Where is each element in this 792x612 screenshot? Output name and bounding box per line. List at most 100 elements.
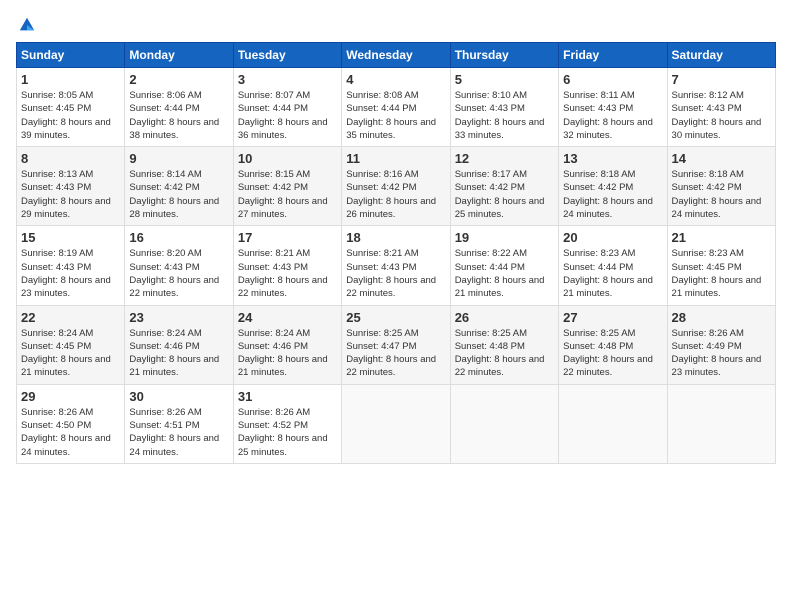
- day-cell-28: 28 Sunrise: 8:26 AM Sunset: 4:49 PM Dayl…: [667, 305, 775, 384]
- sunset-label: Sunset: 4:42 PM: [672, 182, 742, 193]
- sunset-label: Sunset: 4:43 PM: [129, 262, 199, 273]
- header-row: Sunday Monday Tuesday Wednesday Thursday…: [17, 43, 776, 68]
- day-number: 5: [455, 72, 554, 87]
- day-info: Sunrise: 8:26 AM Sunset: 4:51 PM Dayligh…: [129, 406, 228, 459]
- day-number: 18: [346, 230, 445, 245]
- sunrise-label: Sunrise: 8:21 AM: [238, 248, 310, 259]
- day-info: Sunrise: 8:23 AM Sunset: 4:45 PM Dayligh…: [672, 247, 771, 300]
- day-number: 25: [346, 310, 445, 325]
- sunrise-label: Sunrise: 8:13 AM: [21, 169, 93, 180]
- sunrise-label: Sunrise: 8:10 AM: [455, 90, 527, 101]
- empty-cell: [667, 384, 775, 463]
- col-thursday: Thursday: [450, 43, 558, 68]
- day-number: 7: [672, 72, 771, 87]
- sunrise-label: Sunrise: 8:15 AM: [238, 169, 310, 180]
- day-info: Sunrise: 8:24 AM Sunset: 4:46 PM Dayligh…: [238, 327, 337, 380]
- daylight-label: Daylight: 8 hours and 27 minutes.: [238, 196, 328, 220]
- sunset-label: Sunset: 4:47 PM: [346, 341, 416, 352]
- day-number: 4: [346, 72, 445, 87]
- daylight-label: Daylight: 8 hours and 21 minutes.: [455, 275, 545, 299]
- day-cell-12: 12 Sunrise: 8:17 AM Sunset: 4:42 PM Dayl…: [450, 147, 558, 226]
- sunset-label: Sunset: 4:44 PM: [455, 262, 525, 273]
- day-cell-5: 5 Sunrise: 8:10 AM Sunset: 4:43 PM Dayli…: [450, 68, 558, 147]
- day-cell-7: 7 Sunrise: 8:12 AM Sunset: 4:43 PM Dayli…: [667, 68, 775, 147]
- calendar-table: Sunday Monday Tuesday Wednesday Thursday…: [16, 42, 776, 464]
- day-info: Sunrise: 8:06 AM Sunset: 4:44 PM Dayligh…: [129, 89, 228, 142]
- day-info: Sunrise: 8:26 AM Sunset: 4:52 PM Dayligh…: [238, 406, 337, 459]
- day-number: 15: [21, 230, 120, 245]
- day-cell-30: 30 Sunrise: 8:26 AM Sunset: 4:51 PM Dayl…: [125, 384, 233, 463]
- day-info: Sunrise: 8:26 AM Sunset: 4:49 PM Dayligh…: [672, 327, 771, 380]
- sunset-label: Sunset: 4:43 PM: [455, 103, 525, 114]
- day-cell-6: 6 Sunrise: 8:11 AM Sunset: 4:43 PM Dayli…: [559, 68, 667, 147]
- col-friday: Friday: [559, 43, 667, 68]
- daylight-label: Daylight: 8 hours and 24 minutes.: [21, 433, 111, 457]
- sunset-label: Sunset: 4:45 PM: [21, 103, 91, 114]
- day-number: 20: [563, 230, 662, 245]
- day-number: 6: [563, 72, 662, 87]
- sunset-label: Sunset: 4:43 PM: [563, 103, 633, 114]
- day-number: 10: [238, 151, 337, 166]
- sunrise-label: Sunrise: 8:25 AM: [563, 328, 635, 339]
- day-info: Sunrise: 8:08 AM Sunset: 4:44 PM Dayligh…: [346, 89, 445, 142]
- sunset-label: Sunset: 4:44 PM: [238, 103, 308, 114]
- sunset-label: Sunset: 4:42 PM: [455, 182, 525, 193]
- day-info: Sunrise: 8:24 AM Sunset: 4:46 PM Dayligh…: [129, 327, 228, 380]
- day-cell-18: 18 Sunrise: 8:21 AM Sunset: 4:43 PM Dayl…: [342, 226, 450, 305]
- header: [16, 16, 776, 34]
- daylight-label: Daylight: 8 hours and 23 minutes.: [21, 275, 111, 299]
- daylight-label: Daylight: 8 hours and 25 minutes.: [238, 433, 328, 457]
- sunrise-label: Sunrise: 8:26 AM: [21, 407, 93, 418]
- sunrise-label: Sunrise: 8:16 AM: [346, 169, 418, 180]
- sunrise-label: Sunrise: 8:11 AM: [563, 90, 635, 101]
- day-cell-15: 15 Sunrise: 8:19 AM Sunset: 4:43 PM Dayl…: [17, 226, 125, 305]
- sunset-label: Sunset: 4:43 PM: [238, 262, 308, 273]
- main-container: Sunday Monday Tuesday Wednesday Thursday…: [0, 0, 792, 472]
- day-number: 2: [129, 72, 228, 87]
- day-cell-1: 1 Sunrise: 8:05 AM Sunset: 4:45 PM Dayli…: [17, 68, 125, 147]
- day-info: Sunrise: 8:13 AM Sunset: 4:43 PM Dayligh…: [21, 168, 120, 221]
- day-info: Sunrise: 8:19 AM Sunset: 4:43 PM Dayligh…: [21, 247, 120, 300]
- daylight-label: Daylight: 8 hours and 22 minutes.: [238, 275, 328, 299]
- daylight-label: Daylight: 8 hours and 26 minutes.: [346, 196, 436, 220]
- daylight-label: Daylight: 8 hours and 33 minutes.: [455, 117, 545, 141]
- col-saturday: Saturday: [667, 43, 775, 68]
- sunset-label: Sunset: 4:46 PM: [238, 341, 308, 352]
- sunrise-label: Sunrise: 8:12 AM: [672, 90, 744, 101]
- day-cell-17: 17 Sunrise: 8:21 AM Sunset: 4:43 PM Dayl…: [233, 226, 341, 305]
- day-number: 31: [238, 389, 337, 404]
- day-info: Sunrise: 8:25 AM Sunset: 4:48 PM Dayligh…: [455, 327, 554, 380]
- day-info: Sunrise: 8:15 AM Sunset: 4:42 PM Dayligh…: [238, 168, 337, 221]
- sunrise-label: Sunrise: 8:26 AM: [672, 328, 744, 339]
- sunset-label: Sunset: 4:44 PM: [346, 103, 416, 114]
- daylight-label: Daylight: 8 hours and 24 minutes.: [563, 196, 653, 220]
- sunrise-label: Sunrise: 8:21 AM: [346, 248, 418, 259]
- day-info: Sunrise: 8:18 AM Sunset: 4:42 PM Dayligh…: [563, 168, 662, 221]
- day-cell-19: 19 Sunrise: 8:22 AM Sunset: 4:44 PM Dayl…: [450, 226, 558, 305]
- daylight-label: Daylight: 8 hours and 21 minutes.: [563, 275, 653, 299]
- sunrise-label: Sunrise: 8:19 AM: [21, 248, 93, 259]
- daylight-label: Daylight: 8 hours and 21 minutes.: [672, 275, 762, 299]
- daylight-label: Daylight: 8 hours and 22 minutes.: [129, 275, 219, 299]
- daylight-label: Daylight: 8 hours and 21 minutes.: [21, 354, 111, 378]
- day-number: 26: [455, 310, 554, 325]
- sunrise-label: Sunrise: 8:18 AM: [672, 169, 744, 180]
- day-cell-3: 3 Sunrise: 8:07 AM Sunset: 4:44 PM Dayli…: [233, 68, 341, 147]
- day-info: Sunrise: 8:10 AM Sunset: 4:43 PM Dayligh…: [455, 89, 554, 142]
- day-info: Sunrise: 8:21 AM Sunset: 4:43 PM Dayligh…: [346, 247, 445, 300]
- sunrise-label: Sunrise: 8:07 AM: [238, 90, 310, 101]
- sunset-label: Sunset: 4:44 PM: [129, 103, 199, 114]
- sunset-label: Sunset: 4:45 PM: [21, 341, 91, 352]
- daylight-label: Daylight: 8 hours and 38 minutes.: [129, 117, 219, 141]
- day-number: 3: [238, 72, 337, 87]
- daylight-label: Daylight: 8 hours and 22 minutes.: [346, 275, 436, 299]
- sunrise-label: Sunrise: 8:25 AM: [346, 328, 418, 339]
- col-monday: Monday: [125, 43, 233, 68]
- week-row-5: 29 Sunrise: 8:26 AM Sunset: 4:50 PM Dayl…: [17, 384, 776, 463]
- day-number: 9: [129, 151, 228, 166]
- daylight-label: Daylight: 8 hours and 25 minutes.: [455, 196, 545, 220]
- day-info: Sunrise: 8:05 AM Sunset: 4:45 PM Dayligh…: [21, 89, 120, 142]
- day-cell-22: 22 Sunrise: 8:24 AM Sunset: 4:45 PM Dayl…: [17, 305, 125, 384]
- day-number: 28: [672, 310, 771, 325]
- daylight-label: Daylight: 8 hours and 29 minutes.: [21, 196, 111, 220]
